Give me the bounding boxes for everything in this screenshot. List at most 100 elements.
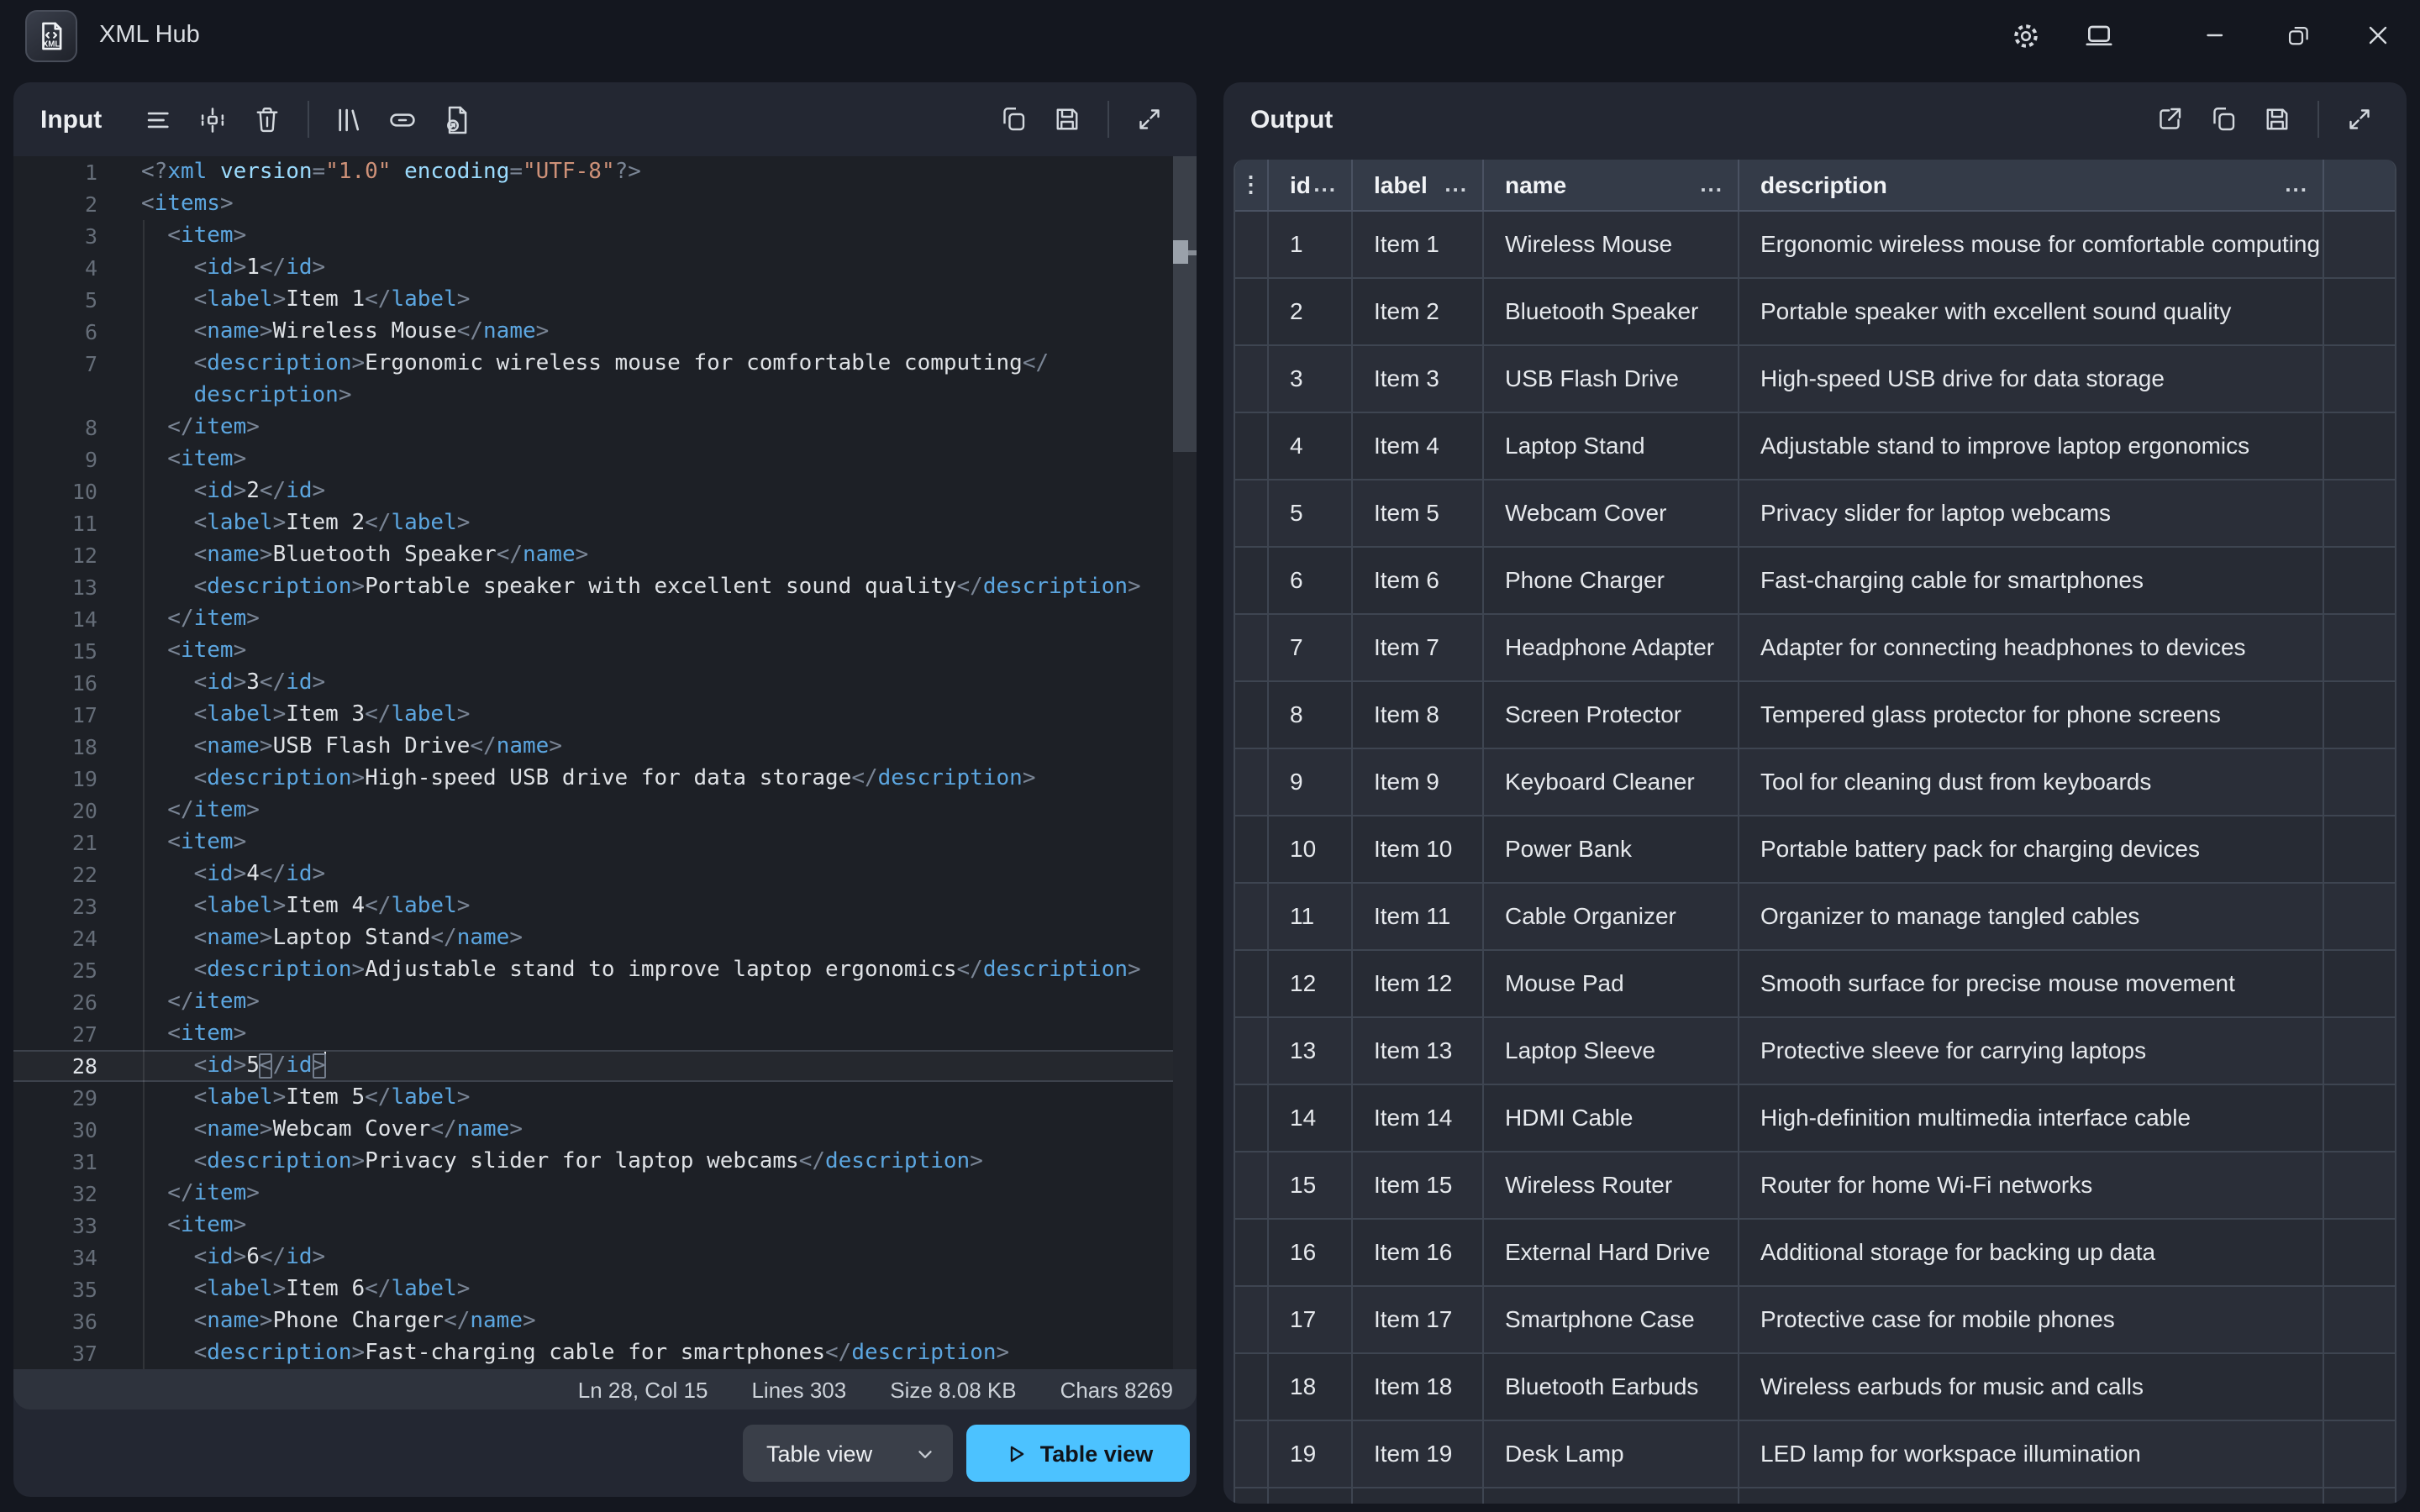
code-line[interactable]: 18 <name>USB Flash Drive</name>: [13, 731, 1197, 763]
code-line[interactable]: 3 <item>: [13, 220, 1197, 252]
cell-id[interactable]: 17: [1267, 1285, 1351, 1352]
cell-name[interactable]: Webcam Cover: [1482, 479, 1738, 546]
cell-name[interactable]: Wireless Mouse: [1482, 210, 1738, 277]
delete-icon[interactable]: [245, 97, 288, 141]
code-line[interactable]: 1<?xml version="1.0" encoding="UTF-8"?>: [13, 156, 1197, 188]
cell-label[interactable]: Item 14: [1351, 1084, 1482, 1151]
scrollbar-thumb[interactable]: [1173, 156, 1197, 452]
cell-label[interactable]: Item 5: [1351, 479, 1482, 546]
format-icon[interactable]: [137, 97, 181, 141]
cell-label[interactable]: Item 2: [1351, 277, 1482, 344]
cell-description[interactable]: Portable speaker with excellent sound qu…: [1738, 277, 2323, 344]
code-line[interactable]: 31 <description>Privacy slider for lapto…: [13, 1146, 1197, 1178]
code-line[interactable]: 29 <label>Item 5</label>: [13, 1082, 1197, 1114]
cell-description[interactable]: Router for home Wi-Fi networks: [1738, 1151, 2323, 1218]
cell-label[interactable]: Item 15: [1351, 1151, 1482, 1218]
cell-description[interactable]: LED lamp for workspace illumination: [1738, 1420, 2323, 1487]
display-icon[interactable]: [2074, 10, 2124, 60]
cell-name[interactable]: Smartphone Case: [1482, 1285, 1738, 1352]
code-line[interactable]: 32 </item>: [13, 1178, 1197, 1210]
cell-id[interactable]: 14: [1267, 1084, 1351, 1151]
cell-id[interactable]: 7: [1267, 613, 1351, 680]
code-line[interactable]: 33 <item>: [13, 1210, 1197, 1242]
cell-description[interactable]: Ergonomic wireless mouse for comfortable…: [1738, 210, 2323, 277]
code-line[interactable]: 36 <name>Phone Charger</name>: [13, 1305, 1197, 1337]
cell-label[interactable]: Item 8: [1351, 680, 1482, 748]
cell-label[interactable]: Item 4: [1351, 412, 1482, 479]
link-icon[interactable]: [381, 97, 424, 141]
cell-description[interactable]: Protective case for mobile phones: [1738, 1285, 2323, 1352]
table-row[interactable]: 4Item 4Laptop StandAdjustable stand to i…: [1235, 412, 2396, 479]
code-line[interactable]: 12 <name>Bluetooth Speaker</name>: [13, 539, 1197, 571]
code-line[interactable]: 5 <label>Item 1</label>: [13, 284, 1197, 316]
column-menu-icon[interactable]: ...: [1700, 172, 1723, 197]
code-line[interactable]: description>: [13, 380, 1197, 412]
code-line[interactable]: 14 </item>: [13, 603, 1197, 635]
column-menu-icon[interactable]: ...: [1313, 172, 1337, 197]
table-row[interactable]: 5Item 5Webcam CoverPrivacy slider for la…: [1235, 479, 2396, 546]
cell-description[interactable]: Adapter for connecting headphones to dev…: [1738, 613, 2323, 680]
column-header-select[interactable]: ⋮: [1235, 160, 1267, 210]
export-icon[interactable]: [2148, 97, 2191, 141]
cell-name[interactable]: Power Bank: [1482, 815, 1738, 882]
code-line[interactable]: 10 <id>2</id>: [13, 475, 1197, 507]
code-line[interactable]: 22 <id>4</id>: [13, 858, 1197, 890]
cell-description[interactable]: High-definition multimedia interface cab…: [1738, 1084, 2323, 1151]
cell-label[interactable]: Item 11: [1351, 882, 1482, 949]
cell-id[interactable]: 15: [1267, 1151, 1351, 1218]
cell-description[interactable]: Wireless earbuds for music and calls: [1738, 1352, 2323, 1420]
cell-name[interactable]: USB Flash Drive: [1482, 344, 1738, 412]
table-row[interactable]: 1Item 1Wireless MouseErgonomic wireless …: [1235, 210, 2396, 277]
settings-icon[interactable]: [2000, 10, 2050, 60]
table-row[interactable]: 2Item 2Bluetooth SpeakerPortable speaker…: [1235, 277, 2396, 344]
code-line[interactable]: 2<items>: [13, 188, 1197, 220]
cell-label[interactable]: Item 9: [1351, 748, 1482, 815]
code-line[interactable]: 11 <label>Item 2</label>: [13, 507, 1197, 539]
cell-description[interactable]: Fast-charging cable for smartphones: [1738, 546, 2323, 613]
cell-id[interactable]: 10: [1267, 815, 1351, 882]
table-row[interactable]: 19Item 19Desk LampLED lamp for workspace…: [1235, 1420, 2396, 1487]
cell-id[interactable]: 8: [1267, 680, 1351, 748]
code-line[interactable]: 34 <id>6</id>: [13, 1242, 1197, 1273]
save-icon[interactable]: [1045, 97, 1089, 141]
cell-description[interactable]: Portable battery pack for charging devic…: [1738, 815, 2323, 882]
code-line[interactable]: 25 <description>Adjustable stand to impr…: [13, 954, 1197, 986]
table-row[interactable]: 10Item 10Power BankPortable battery pack…: [1235, 815, 2396, 882]
column-menu-icon[interactable]: ...: [1444, 172, 1468, 197]
cell-label[interactable]: Item 18: [1351, 1352, 1482, 1420]
code-line[interactable]: 24 <name>Laptop Stand</name>: [13, 922, 1197, 954]
code-line[interactable]: 20 </item>: [13, 795, 1197, 827]
code-line[interactable]: 13 <description>Portable speaker with ex…: [13, 571, 1197, 603]
code-line[interactable]: 19 <description>High-speed USB drive for…: [13, 763, 1197, 795]
code-line[interactable]: 15 <item>: [13, 635, 1197, 667]
table-row[interactable]: 17Item 17Smartphone CaseProtective case …: [1235, 1285, 2396, 1352]
cell-description[interactable]: High-speed USB drive for data storage: [1738, 344, 2323, 412]
cell-name[interactable]: Screen Protector: [1482, 680, 1738, 748]
minimize-icon[interactable]: [2191, 10, 2242, 60]
table-row[interactable]: 7Item 7Headphone AdapterAdapter for conn…: [1235, 613, 2396, 680]
table-row[interactable]: 14Item 14HDMI CableHigh-definition multi…: [1235, 1084, 2396, 1151]
cell-name[interactable]: Wireless Router: [1482, 1151, 1738, 1218]
cell-label[interactable]: Item 17: [1351, 1285, 1482, 1352]
cell-id[interactable]: 13: [1267, 1016, 1351, 1084]
column-menu-icon[interactable]: ...: [2285, 172, 2308, 197]
cell-label[interactable]: Item 19: [1351, 1420, 1482, 1487]
editor-scrollbar[interactable]: [1173, 156, 1197, 1369]
cell-name[interactable]: HDMI Cable: [1482, 1084, 1738, 1151]
cell-description[interactable]: Privacy slider for laptop webcams: [1738, 479, 2323, 546]
code-line[interactable]: 28 <id>5</id>: [13, 1050, 1197, 1082]
cell-label[interactable]: Item 16: [1351, 1218, 1482, 1285]
cell-name[interactable]: Phone Charger: [1482, 546, 1738, 613]
table-row[interactable]: 16Item 16External Hard DriveAdditional s…: [1235, 1218, 2396, 1285]
code-line[interactable]: 6 <name>Wireless Mouse</name>: [13, 316, 1197, 348]
cell-label[interactable]: Item 7: [1351, 613, 1482, 680]
copy-icon[interactable]: [992, 97, 1035, 141]
table-row[interactable]: 8Item 8Screen ProtectorTempered glass pr…: [1235, 680, 2396, 748]
cell-description[interactable]: Additional storage for backing up data: [1738, 1218, 2323, 1285]
cell-id[interactable]: 4: [1267, 412, 1351, 479]
cell-id[interactable]: 18: [1267, 1352, 1351, 1420]
cell-label[interactable]: Item 13: [1351, 1016, 1482, 1084]
expand-icon[interactable]: [2338, 97, 2381, 141]
table-row[interactable]: 13Item 13Laptop SleeveProtective sleeve …: [1235, 1016, 2396, 1084]
table-row[interactable]: 9Item 9Keyboard CleanerTool for cleaning…: [1235, 748, 2396, 815]
